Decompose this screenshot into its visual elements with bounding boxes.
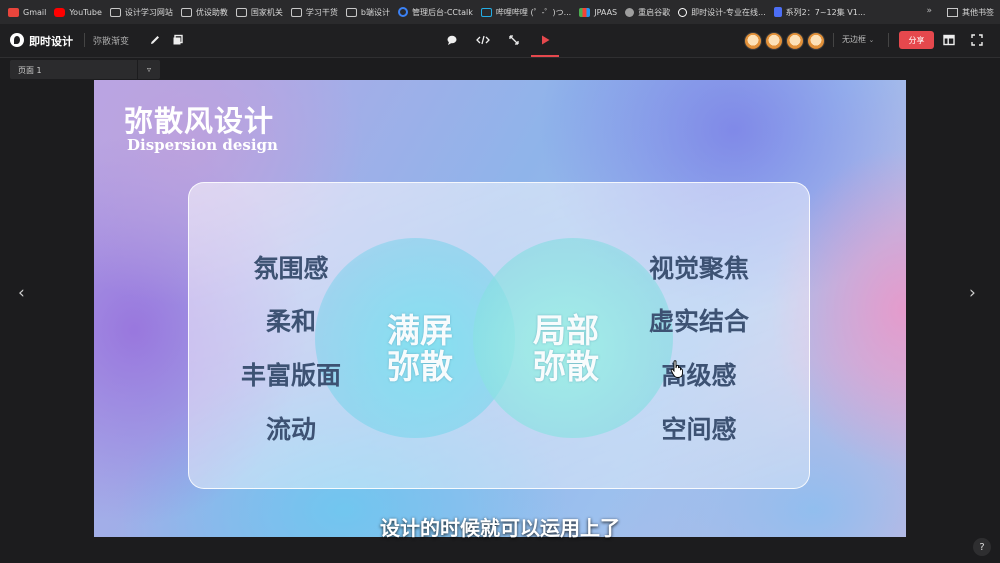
folder-icon bbox=[290, 7, 302, 17]
video-caption: 设计的时候就可以运用上了 bbox=[380, 516, 620, 540]
active-tab-indicator bbox=[531, 55, 559, 57]
keyword-left: 氛围感 bbox=[253, 254, 329, 283]
keyword-right: 视觉聚焦 bbox=[648, 254, 749, 283]
divider bbox=[888, 33, 889, 47]
avatar[interactable] bbox=[765, 32, 783, 50]
previous-slide-arrow-icon[interactable]: ‹ bbox=[18, 283, 25, 303]
folder-icon bbox=[235, 7, 247, 17]
globe-icon bbox=[625, 7, 635, 17]
bookmark-restart-chrome[interactable]: 重启谷歌 bbox=[625, 7, 670, 18]
glass-card: 氛围感 柔和 丰富版面 流动 满屏 弥散 局部 弥散 视觉聚焦 虚实结合 高级感… bbox=[188, 182, 810, 489]
jishi-icon bbox=[678, 7, 688, 17]
page-selector[interactable]: 页面 1 ▿ bbox=[10, 60, 160, 79]
comment-icon[interactable] bbox=[442, 30, 462, 50]
bookmark-folder-study[interactable]: 学习干货 bbox=[290, 7, 338, 18]
border-select[interactable]: 无边框 ⌄ bbox=[842, 34, 874, 45]
prototype-link-icon[interactable] bbox=[504, 30, 524, 50]
avatar[interactable] bbox=[786, 32, 804, 50]
slide-canvas: 弥散风设计 Dispersion design 氛围感 柔和 丰富版面 流动 满… bbox=[94, 80, 906, 537]
keyword-left: 柔和 bbox=[265, 307, 316, 336]
document-name[interactable]: 弥散渐变 bbox=[93, 34, 129, 47]
keyword-left: 丰富版面 bbox=[240, 361, 341, 390]
bookmarks-more-button[interactable]: » bbox=[926, 6, 932, 16]
app-name: 即时设计 bbox=[29, 35, 73, 48]
chevron-down-icon: ⌄ bbox=[868, 36, 875, 44]
center-label-left: 满屏 弥散 bbox=[375, 313, 465, 385]
youtube-icon bbox=[54, 7, 66, 17]
keyword-right: 空间感 bbox=[661, 415, 737, 444]
hand-cursor-icon bbox=[670, 360, 684, 382]
folder-icon bbox=[345, 7, 357, 17]
avatar[interactable] bbox=[807, 32, 825, 50]
fullscreen-icon[interactable] bbox=[967, 30, 987, 50]
duplicate-icon[interactable] bbox=[168, 30, 188, 50]
center-label-line: 局部 bbox=[533, 311, 599, 350]
help-button[interactable]: ? bbox=[973, 538, 991, 556]
chevron-down-icon[interactable]: ▿ bbox=[137, 60, 160, 79]
folder-icon bbox=[180, 7, 192, 17]
keyword-right: 高级感 bbox=[661, 361, 737, 390]
next-slide-arrow-icon[interactable]: › bbox=[969, 283, 976, 303]
keyword-left: 流动 bbox=[265, 415, 316, 444]
slide-title: 弥散风设计 bbox=[124, 104, 275, 138]
layout-panel-icon[interactable] bbox=[939, 30, 959, 50]
keyword-right: 虚实结合 bbox=[648, 307, 749, 336]
doc-icon bbox=[773, 7, 782, 17]
bookmark-series2[interactable]: 系列2：7~12集 V1... bbox=[773, 7, 865, 18]
app-toolbar: 即时设计 弥散渐变 无边框 ⌄ 分享 bbox=[0, 24, 1000, 58]
bookmark-jishi[interactable]: 即时设计-专业在线... bbox=[678, 7, 766, 18]
divider bbox=[833, 33, 834, 47]
bookmark-jpaas[interactable]: JPAAS bbox=[579, 7, 617, 17]
bookmarks-bar: Gmail YouTube 设计学习网站 优设助教 国家机关 学习干货 b端设计… bbox=[0, 0, 1000, 25]
code-icon[interactable] bbox=[473, 30, 493, 50]
avatar[interactable] bbox=[744, 32, 762, 50]
app-logo-icon[interactable] bbox=[10, 33, 24, 47]
center-label-line: 弥散 bbox=[533, 347, 599, 386]
edit-pencil-icon[interactable] bbox=[145, 30, 165, 50]
collaborator-avatars[interactable] bbox=[744, 32, 825, 50]
divider bbox=[84, 33, 85, 47]
page-selector-label: 页面 1 bbox=[18, 66, 42, 75]
center-label-right: 局部 弥散 bbox=[521, 313, 611, 385]
center-label-line: 弥散 bbox=[387, 347, 453, 386]
bookmark-gmail[interactable]: Gmail bbox=[8, 7, 46, 17]
jpaas-icon bbox=[579, 7, 591, 17]
bookmark-cctalk[interactable]: 管理后台-CCtalk bbox=[397, 7, 473, 18]
folder-icon bbox=[947, 8, 958, 17]
play-icon[interactable] bbox=[535, 30, 555, 50]
bookmark-bilibili[interactable]: 哔哩哔哩 (゜-゜)つ... bbox=[480, 7, 571, 18]
bookmark-folder-b-design[interactable]: b端设计 bbox=[345, 7, 390, 18]
bookmark-folder-gov[interactable]: 国家机关 bbox=[235, 7, 283, 18]
gmail-icon bbox=[8, 7, 19, 17]
folder-icon bbox=[109, 7, 121, 17]
bookmark-youtube[interactable]: YouTube bbox=[54, 7, 102, 17]
bookmark-folder-youshe[interactable]: 优设助教 bbox=[180, 7, 228, 18]
bookmark-folder-design-sites[interactable]: 设计学习网站 bbox=[109, 7, 173, 18]
cctalk-icon bbox=[397, 7, 408, 17]
bilibili-icon bbox=[480, 7, 492, 17]
slide-subtitle: Dispersion design bbox=[127, 136, 278, 154]
share-button[interactable]: 分享 bbox=[899, 31, 934, 49]
other-bookmarks[interactable]: 其他书签 bbox=[947, 7, 994, 18]
center-label-line: 满屏 bbox=[387, 311, 453, 350]
